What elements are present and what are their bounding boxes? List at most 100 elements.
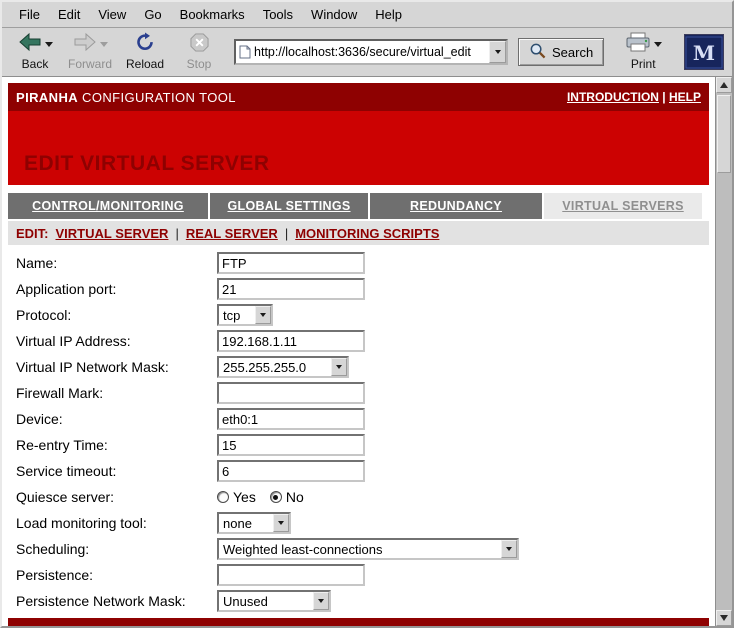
load-monitoring-tool-select-arrow-button[interactable]	[273, 514, 289, 532]
protocol-selected-value: tcp	[219, 308, 255, 323]
virtual-ip-address-input[interactable]	[217, 330, 365, 352]
quiesce-server-widget: YesNo	[217, 489, 318, 505]
subnav-link-monitoring-scripts[interactable]: MONITORING SCRIPTS	[295, 226, 439, 241]
print-dropdown-arrow[interactable]	[654, 42, 662, 47]
tab-redundancy[interactable]: REDUNDANCY	[370, 193, 542, 219]
chevron-down-icon	[278, 521, 284, 525]
stop-button[interactable]: Stop	[174, 30, 224, 74]
form-row-persistence-network-mask: Persistence Network Mask:Unused	[8, 588, 709, 614]
scheduling-widget: Weighted least-connections	[217, 538, 519, 560]
virtual-ip-network-mask-select[interactable]: 255.255.255.0	[217, 356, 349, 378]
menu-view[interactable]: View	[89, 7, 135, 22]
persistence-network-mask-select[interactable]: Unused	[217, 590, 331, 612]
print-label: Print	[631, 57, 656, 71]
toolbar: Back Forward Reload	[2, 28, 732, 76]
scroll-up-arrow-icon	[720, 82, 728, 88]
forward-button[interactable]: Forward	[64, 30, 116, 74]
tab-bar: CONTROL/MONITORINGGLOBAL SETTINGSREDUNDA…	[8, 193, 709, 219]
persistence-label: Persistence:	[16, 567, 217, 583]
back-label: Back	[22, 57, 49, 71]
re-entry-time-label: Re-entry Time:	[16, 437, 217, 453]
print-button[interactable]: Print	[618, 30, 668, 74]
device-label: Device:	[16, 411, 217, 427]
tab-control-monitoring[interactable]: CONTROL/MONITORING	[8, 193, 208, 219]
menu-go[interactable]: Go	[135, 7, 170, 22]
url-dropdown-button[interactable]	[489, 41, 506, 63]
tab-virtual-servers[interactable]: VIRTUAL SERVERS	[544, 193, 702, 219]
scrollbar-thumb[interactable]	[717, 95, 731, 173]
service-timeout-input[interactable]	[217, 460, 365, 482]
scrollbar-track[interactable]	[716, 93, 732, 610]
persistence-widget	[217, 564, 365, 586]
menu-help[interactable]: Help	[366, 7, 411, 22]
device-input[interactable]	[217, 408, 365, 430]
chevron-down-icon	[318, 599, 324, 603]
header-link-introduction[interactable]: INTRODUCTION	[567, 90, 659, 104]
back-button[interactable]: Back	[10, 30, 60, 74]
protocol-select[interactable]: tcp	[217, 304, 273, 326]
url-dropdown-arrow-icon	[495, 50, 501, 54]
browser-window: FileEditViewGoBookmarksToolsWindowHelp B…	[0, 0, 734, 628]
firewall-mark-widget	[217, 382, 365, 404]
reload-button[interactable]: Reload	[120, 30, 170, 74]
scheduling-select[interactable]: Weighted least-connections	[217, 538, 519, 560]
page-icon	[236, 45, 254, 59]
protocol-select-arrow-button[interactable]	[255, 306, 271, 324]
menu-edit[interactable]: Edit	[49, 7, 89, 22]
form-row-persistence: Persistence:	[8, 562, 709, 588]
application-port-input[interactable]	[217, 278, 365, 300]
persistence-input[interactable]	[217, 564, 365, 586]
form-row-name: Name:	[8, 250, 709, 276]
form-row-scheduling: Scheduling:Weighted least-connections	[8, 536, 709, 562]
header-link-help[interactable]: HELP	[669, 90, 701, 104]
load-monitoring-tool-selected-value: none	[219, 516, 273, 531]
tab-global-settings[interactable]: GLOBAL SETTINGS	[210, 193, 368, 219]
app-title-bold: PIRANHA	[16, 90, 78, 105]
menu-file[interactable]: File	[10, 7, 49, 22]
app-title-rest: CONFIGURATION TOOL	[78, 90, 236, 105]
form-row-device: Device:	[8, 406, 709, 432]
quiesce-server-no-radio-label: No	[286, 489, 304, 505]
url-input[interactable]	[254, 41, 489, 63]
subnav-link-real-server[interactable]: REAL SERVER	[186, 226, 278, 241]
persistence-network-mask-select-arrow-button[interactable]	[313, 592, 329, 610]
app-title: PIRANHA CONFIGURATION TOOL	[16, 90, 236, 105]
page-content: PIRANHA CONFIGURATION TOOL INTRODUCTION …	[2, 77, 715, 626]
persistence-network-mask-widget: Unused	[217, 590, 331, 612]
back-icon	[18, 32, 42, 57]
search-button[interactable]: Search	[518, 38, 604, 66]
subnav-separator: |	[285, 226, 288, 241]
menu-tools[interactable]: Tools	[254, 7, 302, 22]
service-timeout-label: Service timeout:	[16, 463, 217, 479]
form-row-re-entry-time: Re-entry Time:	[8, 432, 709, 458]
scheduling-label: Scheduling:	[16, 541, 217, 557]
subnav-link-virtual-server[interactable]: VIRTUAL SERVER	[56, 226, 169, 241]
forward-dropdown-arrow[interactable]	[100, 42, 108, 47]
device-widget	[217, 408, 365, 430]
re-entry-time-input[interactable]	[217, 434, 365, 456]
menu-window[interactable]: Window	[302, 7, 366, 22]
quiesce-server-yes-radio[interactable]	[217, 491, 229, 503]
form-row-application-port: Application port:	[8, 276, 709, 302]
firewall-mark-label: Firewall Mark:	[16, 385, 217, 401]
virtual-ip-network-mask-select-arrow-button[interactable]	[331, 358, 347, 376]
search-label: Search	[552, 45, 593, 60]
scroll-down-button[interactable]	[716, 610, 732, 626]
scheduling-select-arrow-button[interactable]	[501, 540, 517, 558]
firewall-mark-input[interactable]	[217, 382, 365, 404]
quiesce-server-no-radio[interactable]	[270, 491, 282, 503]
load-monitoring-tool-label: Load monitoring tool:	[16, 515, 217, 531]
name-input[interactable]	[217, 252, 365, 274]
mozilla-logo[interactable]: M	[684, 34, 724, 70]
page-footer-strip	[8, 618, 709, 626]
header-links: INTRODUCTION | HELP	[567, 90, 701, 104]
menu-bookmarks[interactable]: Bookmarks	[171, 7, 254, 22]
load-monitoring-tool-select[interactable]: none	[217, 512, 291, 534]
back-dropdown-arrow[interactable]	[45, 42, 53, 47]
piranha-header-bar: PIRANHA CONFIGURATION TOOL INTRODUCTION …	[8, 83, 709, 111]
scroll-up-button[interactable]	[716, 77, 732, 93]
persistence-network-mask-label: Persistence Network Mask:	[16, 593, 217, 609]
application-port-widget	[217, 278, 365, 300]
forward-icon	[73, 32, 97, 57]
vertical-scrollbar[interactable]	[715, 77, 732, 626]
